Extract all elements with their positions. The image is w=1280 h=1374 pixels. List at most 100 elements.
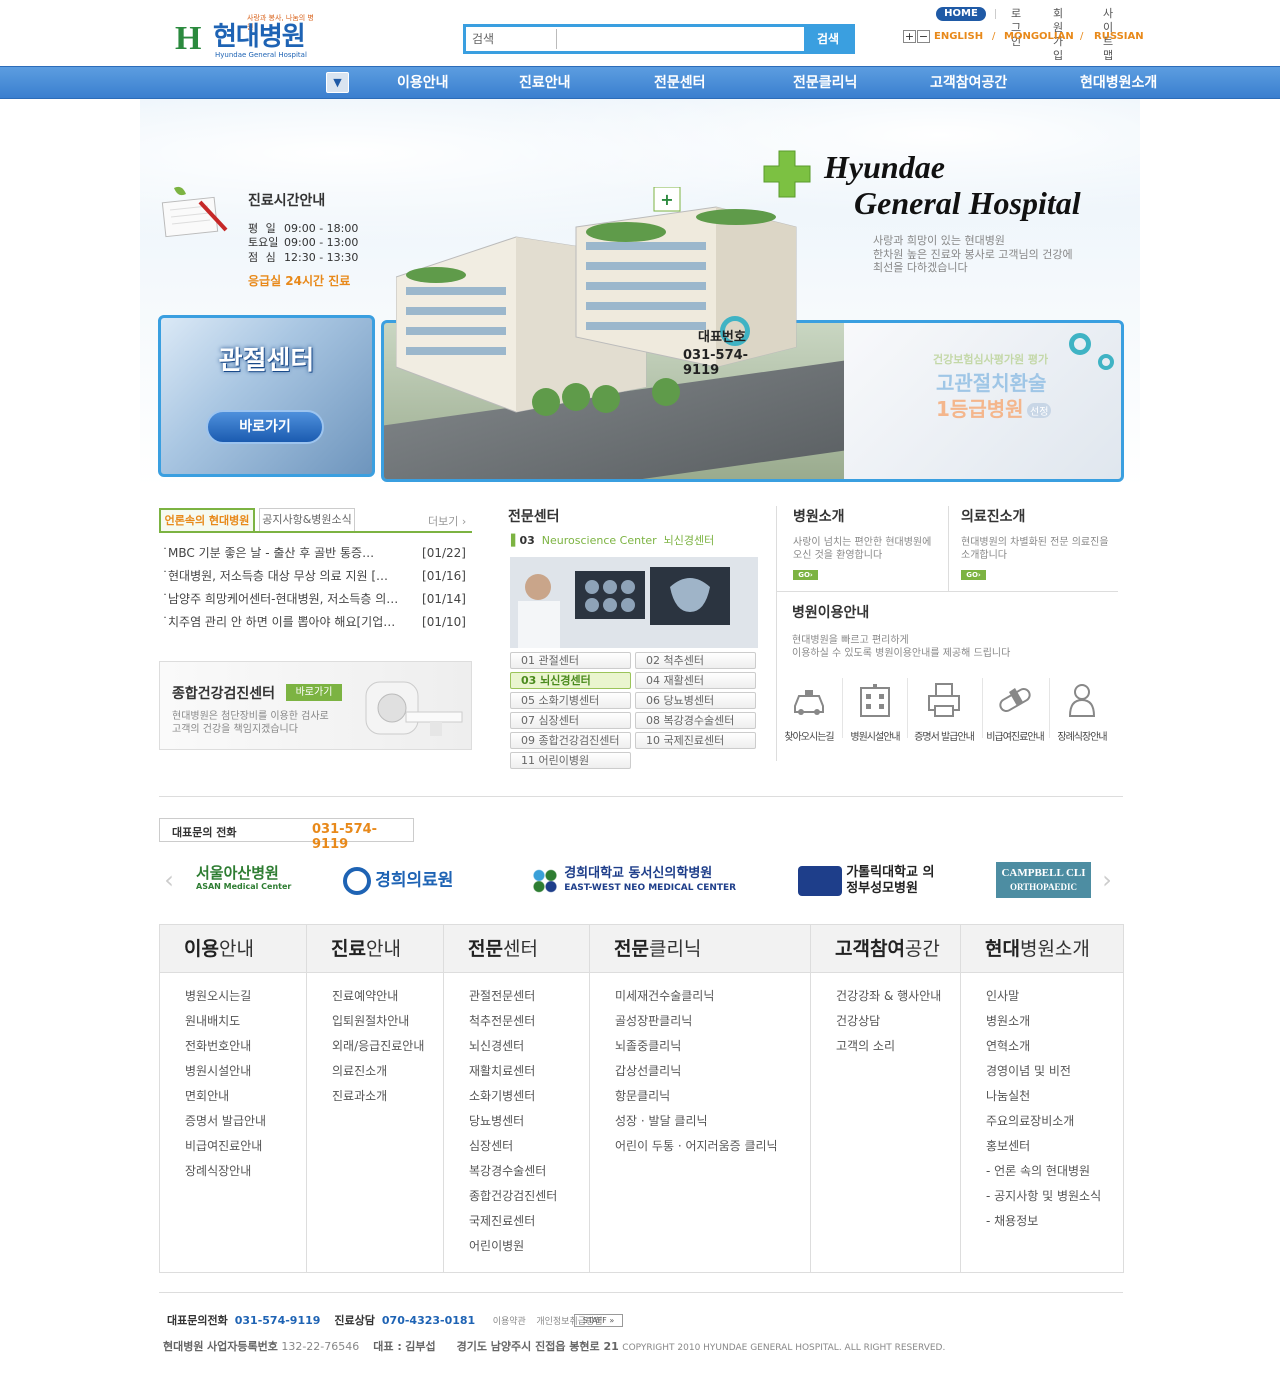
specialty-button[interactable]: 07 심장센터 (510, 712, 631, 729)
sitemap-link[interactable]: 어린이 두통 · 어지러움증 클리닉 (615, 1139, 778, 1153)
sitemap-link[interactable]: 척추전문센터 (469, 1014, 535, 1028)
sitemap-link[interactable]: 국제진료센터 (469, 1214, 535, 1228)
sitemap-column-title[interactable]: 전문센터 (468, 937, 538, 961)
sitemap-link[interactable]: - 언론 속의 현대병원 (986, 1164, 1090, 1178)
partner-eastwest[interactable]: 경희대학교 동서신의학병원 EAST-WEST NEO MEDICAL CENT… (530, 860, 740, 900)
zoom-in-button[interactable]: + (903, 30, 916, 43)
lang-english[interactable]: ENGLISH (934, 30, 983, 43)
specialty-button[interactable]: 10 국제진료센터 (635, 732, 756, 749)
guide-uninsured[interactable]: 비급여진료안내 (982, 680, 1048, 750)
health-checkup-banner[interactable]: 종합건강검진센터 바로가기 현대병원은 첨단장비를 이용한 검사로 고객의 건강… (159, 661, 472, 750)
sitemap-link[interactable]: 홍보센터 (986, 1139, 1030, 1153)
list-item[interactable]: ˙MBC 기분 좋은 날 - 출산 후 골반 통증… [01/22] (162, 545, 472, 561)
nav-item-treatment[interactable]: 진료안내 (519, 67, 571, 99)
list-item[interactable]: ˙현대병원, 저소득층 대상 무상 의료 지원 [… [01/16] (162, 568, 472, 584)
sitemap-link[interactable]: 진료과소개 (332, 1089, 387, 1103)
joint-center-button[interactable]: 바로가기 (206, 410, 324, 444)
sitemap-link[interactable]: 건강강좌 & 행사안내 (836, 989, 941, 1003)
more-link[interactable]: 더보기 › (428, 513, 466, 529)
sitemap-link[interactable]: 진료예약안내 (332, 989, 398, 1003)
lang-russian[interactable]: RUSSIAN (1094, 30, 1144, 43)
zoom-out-button[interactable]: − (917, 30, 930, 43)
sitemap-link[interactable]: 골성장판클리닉 (615, 1014, 692, 1028)
guide-facilities[interactable]: 병원시설안내 (842, 680, 908, 750)
sitemap-link[interactable]: 뇌졸중클리닉 (615, 1039, 681, 1053)
sitemap-link[interactable]: 소화기병센터 (469, 1089, 535, 1103)
sitemap-link[interactable]: 연혁소개 (986, 1039, 1030, 1053)
logo[interactable]: H 사랑과 봉사, 나눔의 병원 현대병원 Hyundae General Ho… (175, 14, 320, 60)
tab-notice[interactable]: 공지사항&병원소식 (259, 508, 355, 532)
partner-asan[interactable]: 서울아산병원 ASAN Medical Center (196, 860, 306, 900)
staff-button[interactable]: STAFF » (574, 1314, 623, 1327)
sitemap-link[interactable]: 증명서 발급안내 (185, 1114, 266, 1128)
search-button[interactable]: 검색 (804, 27, 852, 51)
specialty-button-active[interactable]: 03 뇌신경센터 (510, 672, 631, 689)
list-item[interactable]: ˙치주염 관리 안 하면 이를 뽑아야 해요[기업… [01/10] (162, 614, 472, 630)
sitemap-link[interactable]: 당뇨병센터 (469, 1114, 524, 1128)
home-button[interactable]: HOME (936, 7, 986, 21)
guide-certificates[interactable]: 증명서 발급안내 (911, 680, 977, 750)
sitemap-link[interactable]: 입퇴원절차안내 (332, 1014, 409, 1028)
partner-catholic[interactable]: 가톨릭대학교 의정부성모병원 (798, 860, 948, 900)
sitemap-column-title[interactable]: 고객참여공간 (835, 937, 940, 961)
specialty-button[interactable]: 01 관절센터 (510, 652, 631, 669)
sitemap-link[interactable]: 건강상담 (836, 1014, 880, 1028)
sitemap-link[interactable]: 비급여진료안내 (185, 1139, 262, 1153)
nav-item-about[interactable]: 현대병원소개 (1080, 67, 1157, 99)
specialty-button[interactable]: 11 어린이병원 (510, 752, 631, 769)
specialty-button[interactable]: 06 당뇨병센터 (635, 692, 756, 709)
sitemap-link[interactable]: 복강경수술센터 (469, 1164, 546, 1178)
sitemap-column-title[interactable]: 전문클리닉 (614, 937, 701, 961)
staff-intro[interactable]: 의료진소개 현대병원의 차별화된 전문 의료진을 소개합니다 GO› (961, 506, 1131, 591)
sitemap-link[interactable]: 병원시설안내 (185, 1064, 251, 1078)
sitemap-link[interactable]: 나눔실천 (986, 1089, 1030, 1103)
award-promo[interactable]: 건강보험심사평가원 평가 고관절치환술 1등급병원 선정 (844, 323, 1121, 479)
sitemap-link[interactable]: 어린이병원 (469, 1239, 524, 1253)
list-item[interactable]: ˙남양주 희망케어센터-현대병원, 저소득층 의… [01/14] (162, 591, 472, 607)
checkup-button[interactable]: 바로가기 (286, 684, 342, 701)
partner-kyunghee[interactable]: 경희의료원 (343, 860, 473, 900)
guide-directions[interactable]: 찾아오시는길 (776, 680, 842, 750)
chevron-down-icon[interactable]: ▼ (326, 72, 349, 93)
sitemap-link[interactable]: - 채용정보 (986, 1214, 1038, 1228)
sitemap-link[interactable]: 갑상선클리닉 (615, 1064, 681, 1078)
specialty-button[interactable]: 02 척추센터 (635, 652, 756, 669)
specialty-button[interactable]: 04 재활센터 (635, 672, 756, 689)
search-input[interactable] (556, 29, 801, 49)
search-category[interactable]: 검색 (472, 30, 557, 49)
specialty-button[interactable]: 08 복강경수술센터 (635, 712, 756, 729)
partner-campbell[interactable]: CAMPBELL CLI ORTHOPAEDIC (996, 862, 1091, 898)
sitemap-column-title[interactable]: 이용안내 (184, 937, 254, 961)
sitemap-link[interactable]: 인사말 (986, 989, 1019, 1003)
sitemap-column-title[interactable]: 현대병원소개 (985, 937, 1090, 961)
specialty-button[interactable]: 05 소화기병센터 (510, 692, 631, 709)
sitemap-column-title[interactable]: 진료안내 (331, 937, 401, 961)
sitemap-link[interactable]: 병원오시는길 (185, 989, 251, 1003)
sitemap-link[interactable]: 미세재건수술클리닉 (615, 989, 714, 1003)
lang-mongolian[interactable]: MONGOLIAN (1004, 30, 1074, 43)
tab-press[interactable]: 언론속의 현대병원 (159, 508, 255, 532)
sitemap-link[interactable]: 의료진소개 (332, 1064, 387, 1078)
sitemap-link[interactable]: 면회안내 (185, 1089, 229, 1103)
sitemap-link[interactable]: 주요의료장비소개 (986, 1114, 1074, 1128)
sitemap-link[interactable]: 종합건강검진센터 (469, 1189, 557, 1203)
joint-center-banner[interactable]: 관절센터 바로가기 (158, 315, 375, 477)
nav-item-customer[interactable]: 고객참여공간 (930, 67, 1007, 99)
sitemap-link[interactable]: 병원소개 (986, 1014, 1030, 1028)
nav-item-usage[interactable]: 이용안내 (397, 67, 449, 99)
hospital-intro[interactable]: 병원소개 사랑이 넘치는 편안한 현대병원에 오신 것을 환영합니다 GO› (793, 506, 963, 591)
sitemap-link[interactable]: 성장 · 발달 클리닉 (615, 1114, 708, 1128)
nav-item-centers[interactable]: 전문센터 (654, 67, 706, 99)
sitemap-link[interactable]: 관절전문센터 (469, 989, 535, 1003)
go-button[interactable]: GO› (961, 570, 986, 580)
sitemap-link[interactable]: 외래/응급진료안내 (332, 1039, 424, 1053)
sitemap-link[interactable]: 항문클리닉 (615, 1089, 670, 1103)
nav-item-clinics[interactable]: 전문클리닉 (793, 67, 857, 99)
sitemap-link[interactable]: 장례식장안내 (185, 1164, 251, 1178)
sitemap-link[interactable]: - 공지사항 및 병원소식 (986, 1189, 1101, 1203)
guide-funeral[interactable]: 장례식장안내 (1049, 680, 1115, 750)
sitemap-link[interactable]: 고객의 소리 (836, 1039, 895, 1053)
chevron-right-icon[interactable]: › (1097, 868, 1117, 892)
sitemap-link[interactable]: 전화번호안내 (185, 1039, 251, 1053)
specialty-button[interactable]: 09 종합건강검진센터 (510, 732, 631, 749)
